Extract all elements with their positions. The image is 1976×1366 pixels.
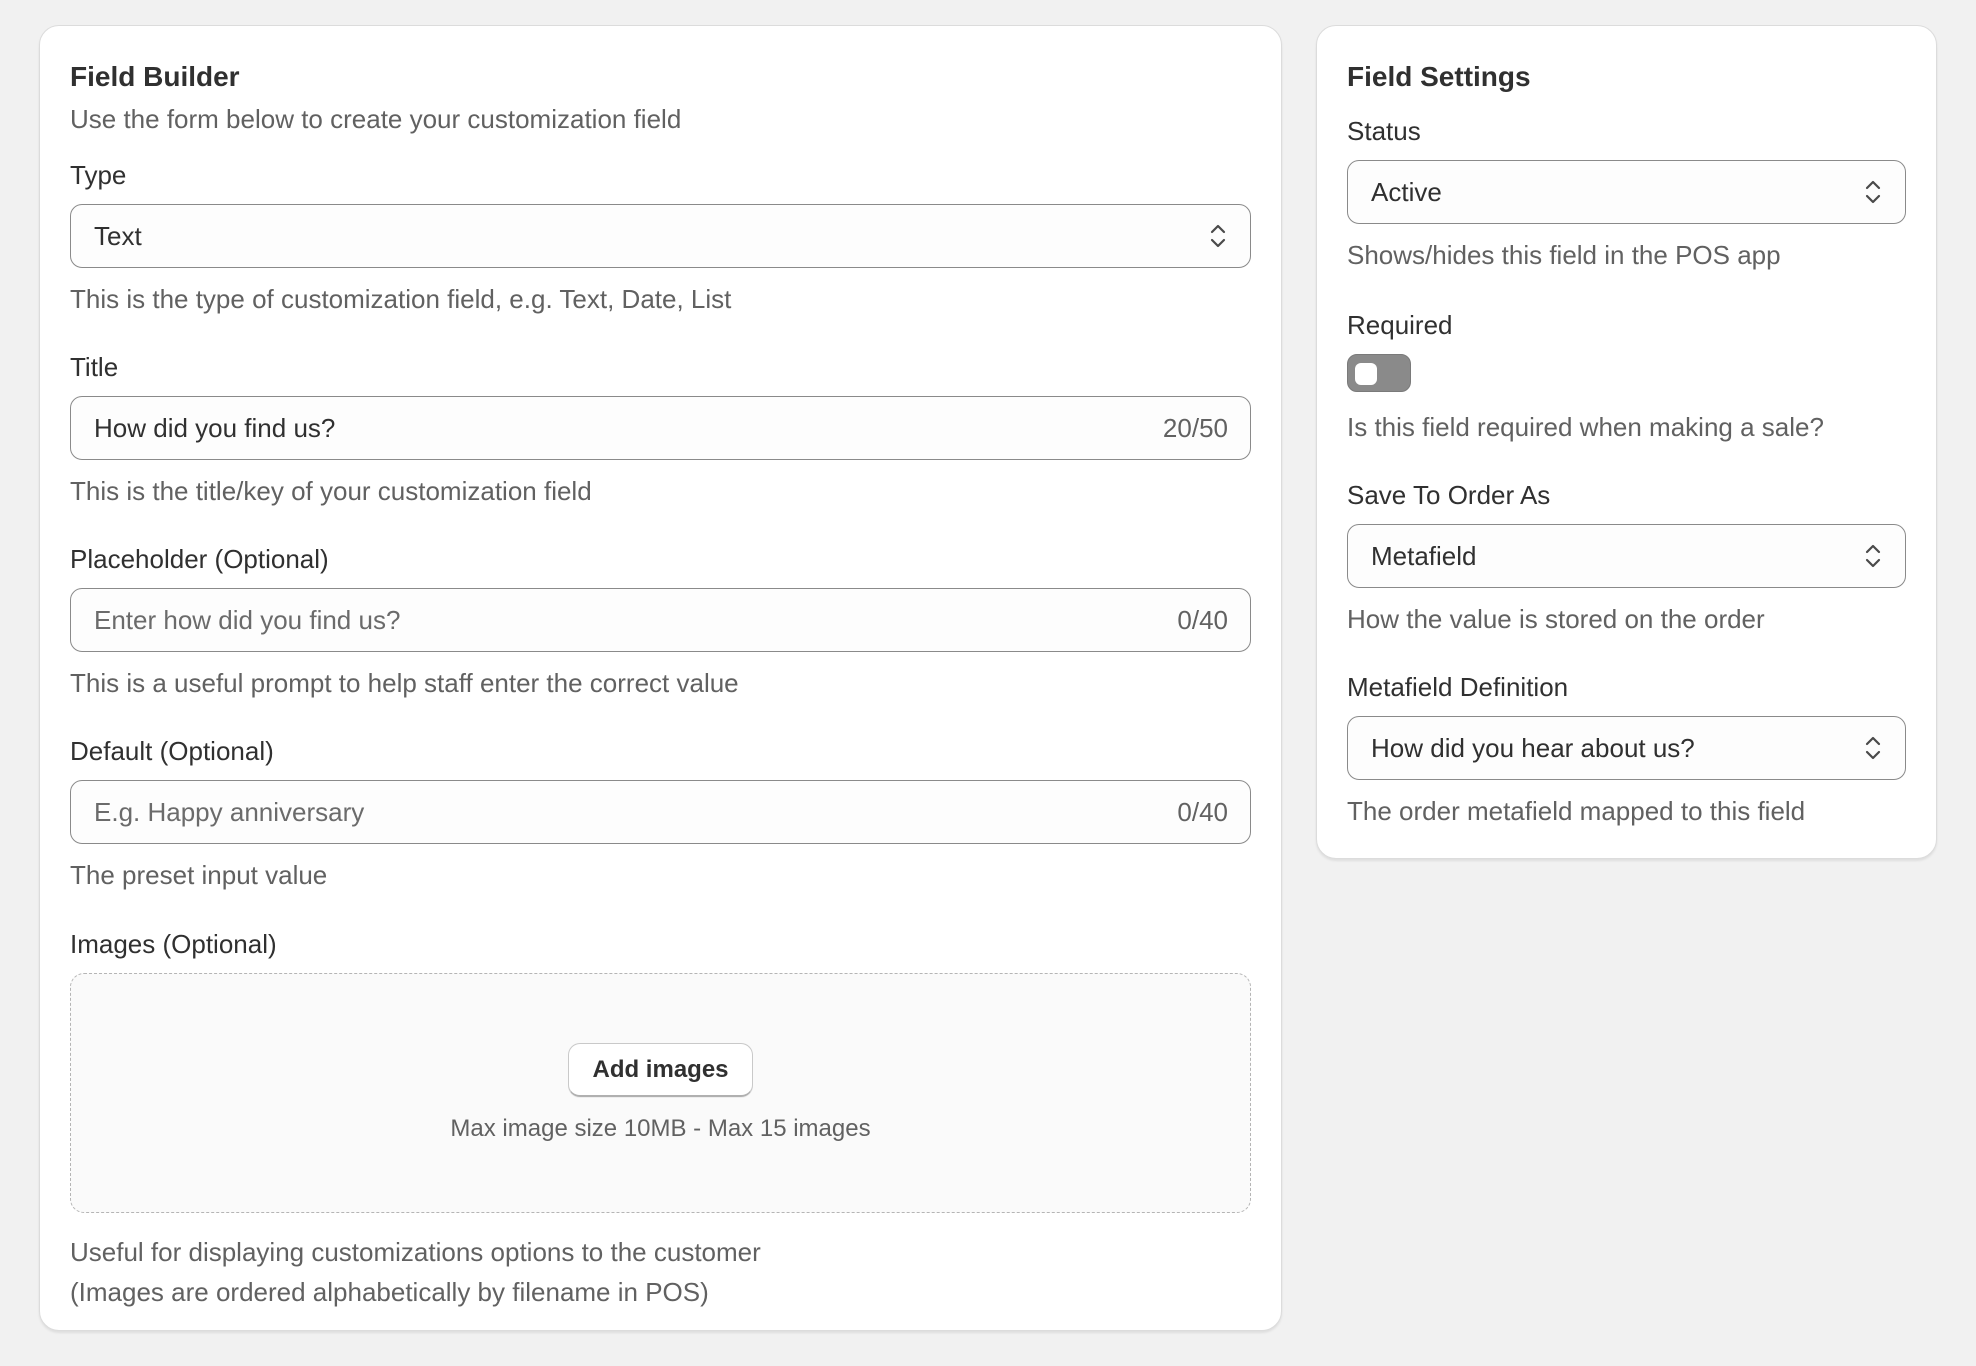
field-builder-subtitle: Use the form below to create your custom… — [70, 103, 682, 134]
save-to-order-select[interactable]: Metafield — [1347, 524, 1906, 588]
title-input-value: How did you find us? — [94, 412, 336, 443]
placeholder-char-counter: 0/40 — [1177, 604, 1228, 635]
default-char-counter: 0/40 — [1177, 796, 1228, 827]
chevron-up-down-icon — [1863, 731, 1883, 765]
chevron-up-down-icon — [1863, 175, 1883, 209]
status-select-value: Active — [1371, 176, 1442, 207]
type-label: Type — [70, 160, 127, 190]
status-label: Status — [1347, 116, 1421, 146]
metafield-definition-select-value: How did you hear about us? — [1371, 732, 1695, 763]
type-select[interactable]: Text — [70, 204, 1251, 268]
required-label: Required — [1347, 310, 1453, 340]
title-char-counter: 20/50 — [1162, 412, 1228, 443]
save-to-order-label: Save To Order As — [1347, 480, 1551, 510]
required-toggle[interactable] — [1347, 354, 1411, 392]
placeholder-input[interactable]: Enter how did you find us? 0/40 — [70, 588, 1251, 652]
field-settings-title: Field Settings — [1347, 61, 1531, 92]
default-label: Default (Optional) — [70, 736, 274, 766]
metafield-definition-help: The order metafield mapped to this field — [1347, 796, 1806, 826]
type-select-value: Text — [94, 220, 142, 251]
default-input-placeholder: E.g. Happy anniversary — [94, 796, 365, 827]
chevron-up-down-icon — [1863, 539, 1883, 573]
images-label: Images (Optional) — [70, 929, 277, 959]
metafield-definition-label: Metafield Definition — [1347, 672, 1569, 702]
placeholder-label: Placeholder (Optional) — [70, 544, 329, 574]
save-to-order-select-value: Metafield — [1371, 540, 1477, 571]
placeholder-help: This is a useful prompt to help staff en… — [70, 668, 739, 698]
images-help-line2: (Images are ordered alphabetically by fi… — [70, 1277, 709, 1307]
images-dropzone[interactable]: Add images Max image size 10MB - Max 15 … — [70, 973, 1251, 1213]
chevron-up-down-icon — [1208, 219, 1228, 253]
add-images-button[interactable]: Add images — [568, 1043, 753, 1097]
field-builder-card: Field Builder Use the form below to crea… — [39, 25, 1282, 1331]
status-select[interactable]: Active — [1347, 160, 1906, 224]
metafield-definition-select[interactable]: How did you hear about us? — [1347, 716, 1906, 780]
title-label: Title — [70, 352, 119, 382]
default-help: The preset input value — [70, 860, 328, 890]
default-input[interactable]: E.g. Happy anniversary 0/40 — [70, 780, 1251, 844]
required-toggle-knob — [1355, 363, 1377, 385]
type-help: This is the type of customization field,… — [70, 284, 732, 314]
title-input[interactable]: How did you find us? 20/50 — [70, 396, 1251, 460]
images-limit-hint: Max image size 10MB - Max 15 images — [450, 1115, 871, 1142]
field-builder-title: Field Builder — [70, 61, 240, 92]
title-help: This is the title/key of your customizat… — [70, 476, 592, 506]
placeholder-input-placeholder: Enter how did you find us? — [94, 604, 401, 635]
status-help: Shows/hides this field in the POS app — [1347, 240, 1781, 270]
images-help-line1: Useful for displaying customizations opt… — [70, 1237, 761, 1267]
required-help: Is this field required when making a sal… — [1347, 412, 1824, 442]
save-to-order-help: How the value is stored on the order — [1347, 604, 1765, 634]
field-settings-card: Field Settings Status Active Shows/hides… — [1316, 25, 1937, 859]
